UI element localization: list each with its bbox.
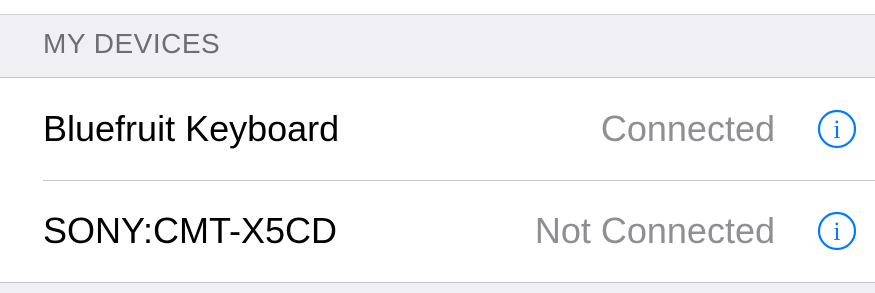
- info-icon[interactable]: i: [817, 211, 857, 251]
- svg-text:i: i: [833, 217, 840, 246]
- info-icon[interactable]: i: [817, 109, 857, 149]
- bluetooth-settings-screen: MY DEVICES Bluefruit Keyboard Connected …: [0, 0, 875, 293]
- section-header-my-devices: MY DEVICES: [0, 15, 875, 77]
- svg-text:i: i: [833, 115, 840, 144]
- device-row-sony-cmt-x5cd[interactable]: SONY:CMT-X5CD Not Connected i: [0, 180, 875, 282]
- device-name: SONY:CMT-X5CD: [43, 210, 338, 251]
- previous-section-bottom: [0, 0, 875, 15]
- device-status: Connected: [600, 108, 775, 149]
- device-name: Bluefruit Keyboard: [43, 108, 340, 149]
- device-list: Bluefruit Keyboard Connected i SONY:CMT-…: [0, 77, 875, 283]
- device-status: Not Connected: [534, 210, 775, 251]
- device-row-bluefruit-keyboard[interactable]: Bluefruit Keyboard Connected i: [0, 78, 875, 180]
